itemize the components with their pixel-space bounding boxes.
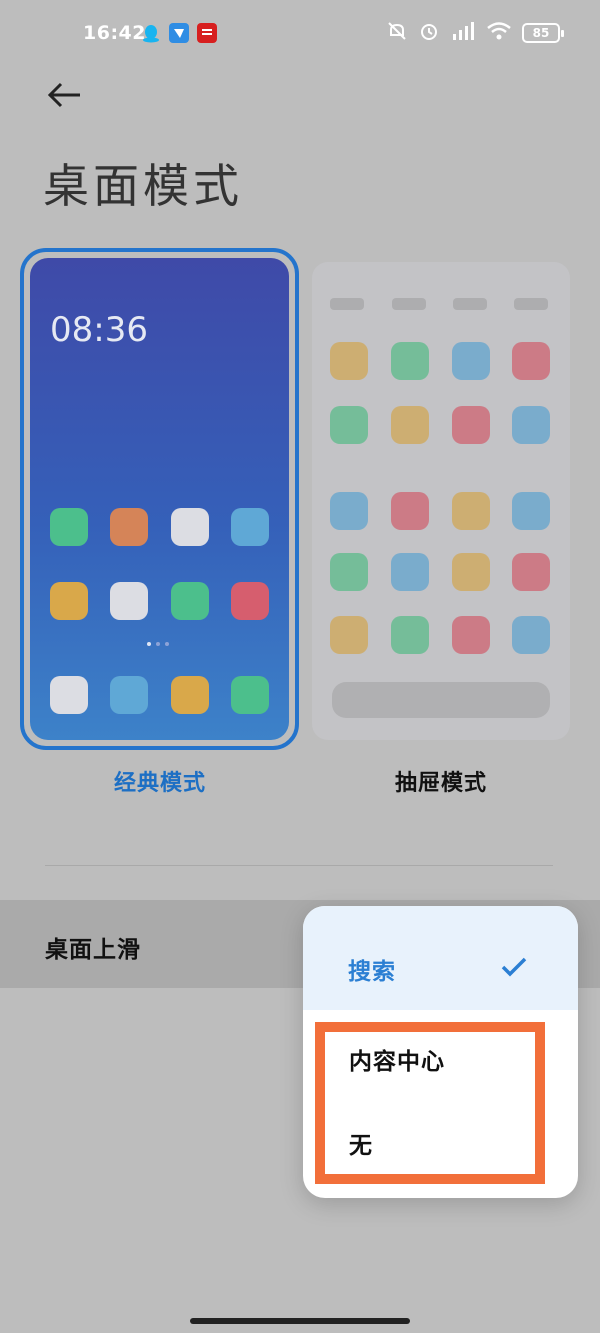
app-tile (512, 406, 550, 444)
classic-mode-card[interactable]: 08:36 (20, 248, 299, 750)
app-tile (452, 342, 490, 380)
option-label: 搜索 (348, 959, 396, 985)
app-tile (452, 616, 490, 654)
app-tile (512, 492, 550, 530)
app-tile (512, 553, 550, 591)
app-tile (231, 676, 269, 714)
app-tile (330, 553, 368, 591)
drawer-search-bar (332, 682, 550, 718)
classic-mode-label[interactable]: 经典模式 (114, 765, 206, 797)
app-tile (391, 406, 429, 444)
news-icon (197, 23, 217, 43)
drawer-tab (392, 298, 426, 310)
app-tile (452, 553, 490, 591)
wifi-icon (486, 20, 512, 46)
qq-icon (141, 23, 161, 43)
app-tile (330, 616, 368, 654)
app-tile (391, 342, 429, 380)
app-tile (391, 616, 429, 654)
page-indicator (147, 642, 169, 646)
drawer-tab (453, 298, 487, 310)
app-tile (452, 492, 490, 530)
app-tile (171, 676, 209, 714)
app-tile (171, 582, 209, 620)
option-search[interactable]: 搜索 (303, 906, 578, 1010)
app-tile (330, 342, 368, 380)
swipe-up-setting-label: 桌面上滑 (45, 937, 141, 963)
app-tile (391, 492, 429, 530)
app-tile (452, 406, 490, 444)
preview-clock: 08:36 (50, 310, 148, 350)
drawer-tab (514, 298, 548, 310)
app-tile (330, 406, 368, 444)
app-tile (512, 616, 550, 654)
signal-icon (450, 20, 476, 46)
app-tile (231, 508, 269, 546)
status-bar: 16:42 85 (0, 0, 600, 66)
status-right-icons: 85 (386, 20, 564, 46)
app-tile (50, 676, 88, 714)
drawer-mode-label[interactable]: 抽屉模式 (395, 765, 487, 797)
alarm-icon (418, 20, 440, 46)
app-tile (512, 342, 550, 380)
app-tile (110, 508, 148, 546)
app-tile (391, 553, 429, 591)
page-title: 桌面模式 (43, 159, 243, 213)
back-button[interactable] (44, 76, 86, 114)
app-tile (171, 508, 209, 546)
status-time: 16:42 (83, 22, 146, 44)
app-tile (231, 582, 269, 620)
mute-icon (386, 20, 408, 46)
back-arrow-icon (47, 82, 80, 108)
home-indicator[interactable] (190, 1318, 410, 1324)
classic-mode-preview: 08:36 (30, 258, 289, 740)
app-tile (50, 582, 88, 620)
drawer-tab (330, 298, 364, 310)
divider (45, 865, 553, 866)
app-tile (50, 508, 88, 546)
drawer-mode-card[interactable] (312, 262, 570, 740)
app-tile (110, 676, 148, 714)
check-icon (501, 957, 527, 977)
app-tile (330, 492, 368, 530)
feishu-icon (169, 23, 189, 43)
battery-icon: 85 (522, 23, 564, 43)
app-tile (110, 582, 148, 620)
annotation-highlight-box (315, 1022, 545, 1184)
